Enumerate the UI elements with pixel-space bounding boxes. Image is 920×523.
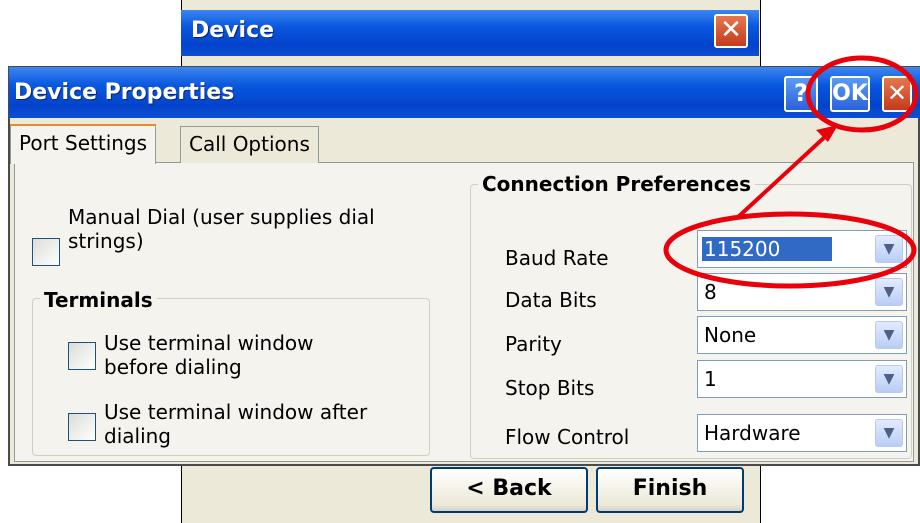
tab-port-settings[interactable]: Port Settings	[10, 124, 157, 164]
baud-rate-highlight-ellipse	[663, 211, 917, 289]
annotation-overlay	[663, 55, 919, 289]
annotation-arrow-line	[735, 132, 830, 220]
ok-highlight-ellipse	[805, 55, 919, 133]
